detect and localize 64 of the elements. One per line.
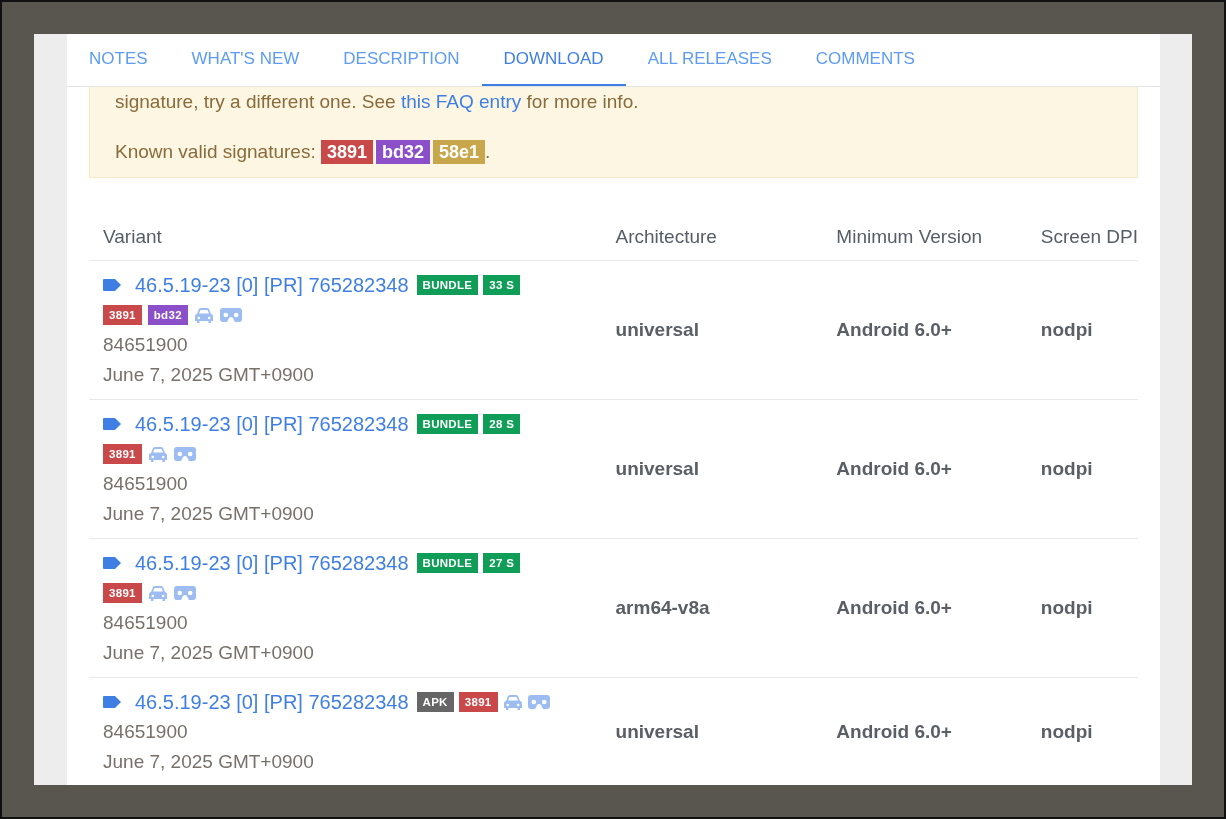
signature-badge: 58e1 [433,140,486,164]
tag-icon [103,279,121,291]
dpi-text: nodpi [1040,319,1093,340]
min-version-text: Android 6.0+ [836,721,952,742]
tag-badge: 3891 [458,692,498,712]
signatures-label: Known valid signatures: [115,141,317,162]
dpi-text: nodpi [1040,458,1093,479]
column-header: Architecture [615,226,717,247]
tag-icon [103,696,121,708]
vr-headset-icon [173,586,196,600]
tag-badge: 33 S [483,275,521,295]
variant-link[interactable]: 46.5.19-23 [0] [PR] 765282348 [135,551,409,575]
variant-link[interactable]: 46.5.19-23 [0] [PR] 765282348 [135,690,409,714]
tag-badge: 3891 [103,305,142,325]
tag-badge: bd32 [147,305,188,325]
version-code: 84651900 [103,611,189,635]
car-icon [147,584,168,602]
column-header: Screen DPI [1040,226,1138,247]
tag-badge: BUNDLE [416,553,479,573]
nav-tab[interactable]: WHAT'S NEW [169,34,322,86]
period-text: . [485,141,491,162]
vr-headset-icon [527,695,550,709]
vr-headset-icon [173,447,196,461]
dpi-text: nodpi [1040,721,1093,742]
architecture-text: arm64-v8a [615,597,710,618]
tag-badge: BUNDLE [416,275,479,295]
release-date: June 7, 2025 GMT+0900 [103,641,315,665]
signature-badge: bd32 [376,140,430,164]
release-date: June 7, 2025 GMT+0900 [103,502,315,526]
nav-tab[interactable]: ALL RELEASES [625,34,794,86]
version-code: 84651900 [103,472,189,496]
tag-badge: 27 S [483,553,521,573]
car-icon [193,306,214,324]
tag-badge: 3891 [103,583,142,603]
tag-icon [103,557,121,569]
nav-tab[interactable]: COMMENTS [793,34,937,86]
nav-tab[interactable]: DESCRIPTION [321,34,482,86]
car-icon [147,445,168,463]
tag-badge: BUNDLE [416,414,479,434]
min-version-text: Android 6.0+ [836,319,952,340]
architecture-text: universal [615,319,699,340]
faq-link[interactable]: this FAQ entry [400,91,522,112]
release-date: June 7, 2025 GMT+0900 [103,363,315,387]
min-version-text: Android 6.0+ [836,458,952,479]
dpi-text: nodpi [1040,597,1093,618]
column-header: Variant [103,226,162,247]
nav-tab[interactable]: NOTES [67,34,170,86]
version-code: 84651900 [103,720,189,744]
version-code: 84651900 [103,333,189,357]
architecture-text: universal [615,721,699,742]
signature-badge: 3891 [320,140,373,164]
min-version-text: Android 6.0+ [836,597,952,618]
tag-badge: 28 S [483,414,521,434]
notice-text: signature, try a different one. See this FAQ entry for more info. [115,90,640,114]
tag-badge: APK [416,692,454,712]
car-icon [502,693,523,711]
tag-icon [103,418,121,430]
vr-headset-icon [219,308,242,322]
architecture-text: universal [615,458,699,479]
variant-link[interactable]: 46.5.19-23 [0] [PR] 765282348 [135,412,409,436]
release-date: June 7, 2025 GMT+0900 [103,750,315,774]
column-header: Minimum Version [836,226,983,247]
tag-badge: 3891 [103,444,142,464]
variant-link[interactable]: 46.5.19-23 [0] [PR] 765282348 [135,273,409,297]
